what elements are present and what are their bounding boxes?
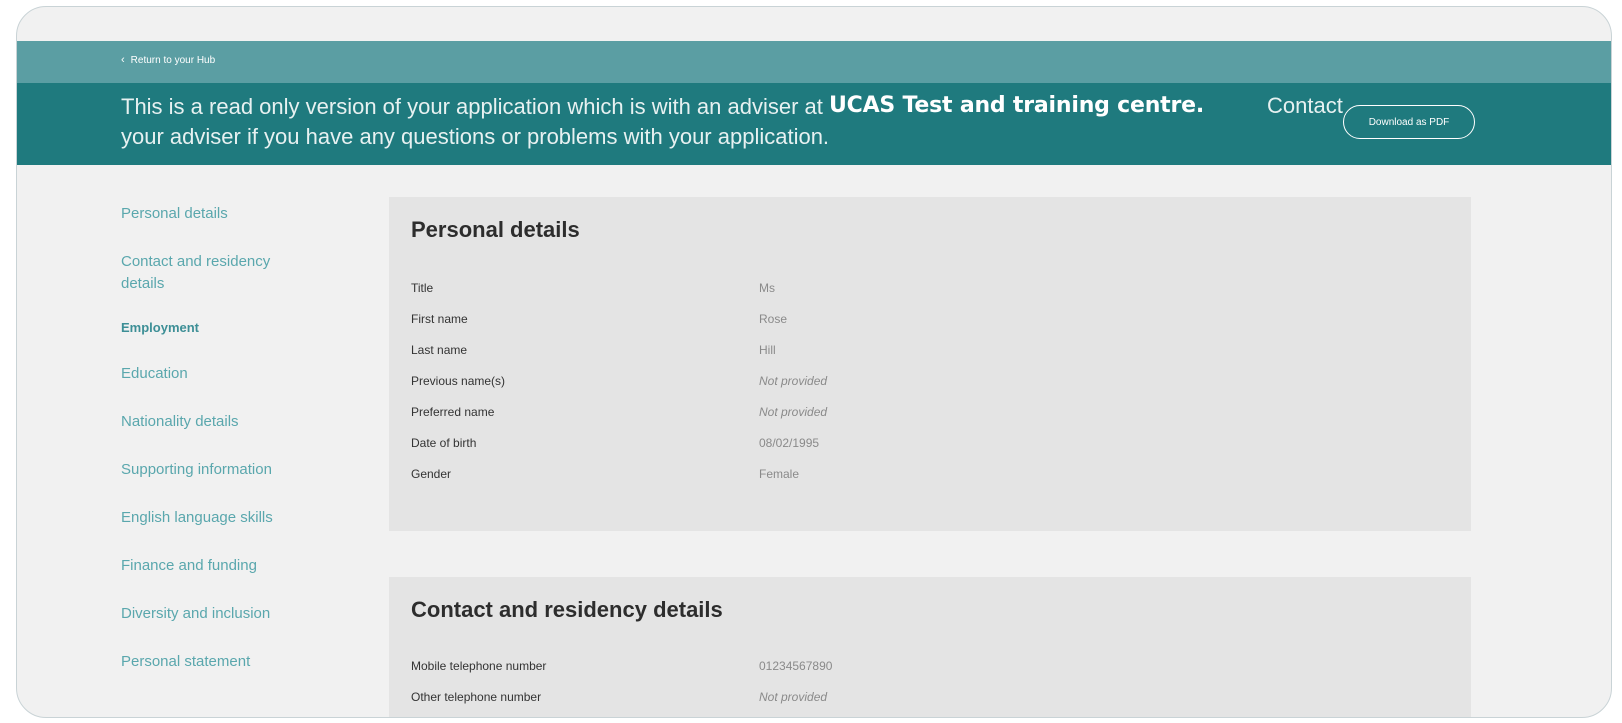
detail-row: Previous name(s) Not provided [411, 374, 1451, 405]
chevron-left-icon: ‹ [121, 54, 125, 66]
sidebar-item-diversity[interactable]: Diversity and inclusion [121, 603, 321, 651]
banner-message-line-1: This is a read only version of your appl… [121, 94, 823, 119]
sidebar-item-education[interactable]: Education [121, 363, 321, 411]
detail-row: Last name Hill [411, 343, 1451, 374]
banner-message: This is a read only version of your appl… [121, 92, 881, 152]
detail-row: Date of birth 08/02/1995 [411, 436, 1451, 467]
detail-value: 01234567890 [759, 659, 833, 673]
top-nav-bar: ‹ Return to your Hub [17, 41, 1611, 83]
detail-value: Not provided [759, 405, 828, 419]
detail-label: Previous name(s) [411, 374, 506, 388]
details-list: Mobile telephone number 01234567890 Othe… [411, 659, 1451, 717]
sidebar-item-personal-details[interactable]: Personal details [121, 203, 321, 251]
detail-value: Hill [759, 343, 776, 357]
section-title: Contact and residency details [411, 597, 723, 622]
detail-label: Preferred name [411, 405, 495, 419]
detail-value: Not provided [759, 374, 828, 388]
detail-label: Gender [411, 467, 452, 481]
detail-row: First name Rose [411, 312, 1451, 343]
section-title: Personal details [411, 217, 580, 242]
personal-details-card: Personal details Title Ms First name Ros… [389, 197, 1471, 531]
section-nav: Personal details Contact and residency d… [121, 203, 321, 699]
contact-details-card: Contact and residency details Mobile tel… [389, 577, 1471, 717]
detail-value: 08/02/1995 [759, 436, 820, 450]
detail-row: Gender Female [411, 467, 1451, 498]
detail-label: First name [411, 312, 468, 326]
sidebar-item-english-skills[interactable]: English language skills [121, 507, 321, 555]
detail-label: Date of birth [411, 436, 477, 450]
detail-value: Ms [759, 281, 775, 295]
detail-value: Rose [759, 312, 788, 326]
read-only-banner: This is a read only version of your appl… [17, 83, 1611, 165]
centre-name: UCAS Test and training centre. [829, 93, 1205, 118]
sidebar-item-employment[interactable]: Employment [121, 317, 321, 363]
detail-label: Last name [411, 343, 468, 357]
detail-row: Other telephone number Not provided [411, 690, 1451, 717]
sidebar-item-personal-statement[interactable]: Personal statement [121, 651, 321, 699]
return-to-hub-label: Return to your Hub [130, 55, 216, 66]
return-to-hub-link[interactable]: ‹ Return to your Hub [121, 54, 216, 67]
sidebar-item-nationality[interactable]: Nationality details [121, 411, 321, 459]
detail-row: Mobile telephone number 01234567890 [411, 659, 1451, 690]
detail-label: Other telephone number [411, 690, 542, 704]
download-pdf-button[interactable]: Download as PDF [1343, 105, 1475, 139]
details-list: Title Ms First name Rose Last name Hill … [411, 281, 1451, 498]
sidebar-item-supporting-info[interactable]: Supporting information [121, 459, 321, 507]
detail-label: Title [411, 281, 434, 295]
sidebar-item-finance[interactable]: Finance and funding [121, 555, 321, 603]
detail-label: Mobile telephone number [411, 659, 547, 673]
detail-row: Preferred name Not provided [411, 405, 1451, 436]
sidebar-item-contact-residency[interactable]: Contact and residency details [121, 251, 291, 317]
detail-row: Title Ms [411, 281, 1451, 312]
contact-label: Contact [1267, 93, 1343, 118]
banner-message-line-2: your adviser if you have any questions o… [121, 124, 830, 149]
detail-value: Female [759, 467, 800, 481]
detail-value: Not provided [759, 690, 828, 704]
application-window: ‹ Return to your Hub This is a read only… [16, 6, 1612, 718]
